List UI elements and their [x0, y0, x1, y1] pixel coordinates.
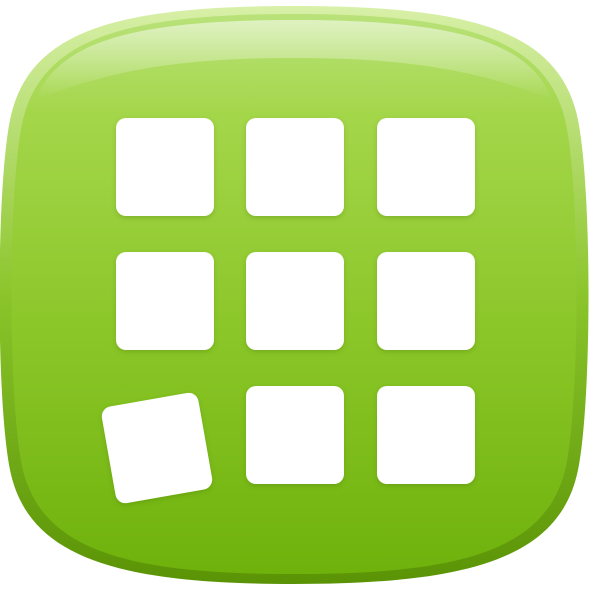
grid-tile-r3-c3 — [377, 386, 475, 484]
grid-tile-r2-c3 — [377, 252, 475, 350]
grid-tile-r3-c2 — [246, 386, 344, 484]
grid-tile-r3-c1 — [101, 392, 213, 504]
grid-tile-r2-c2 — [246, 252, 344, 350]
app-grid-icon-graphic — [0, 6, 589, 584]
app-grid-icon[interactable] — [0, 0, 589, 589]
grid-tile-r2-c1 — [116, 252, 214, 350]
grid-tile-r1-c3 — [377, 118, 475, 216]
grid-tile-r1-c1 — [116, 118, 214, 216]
grid-tile-r1-c2 — [246, 118, 344, 216]
